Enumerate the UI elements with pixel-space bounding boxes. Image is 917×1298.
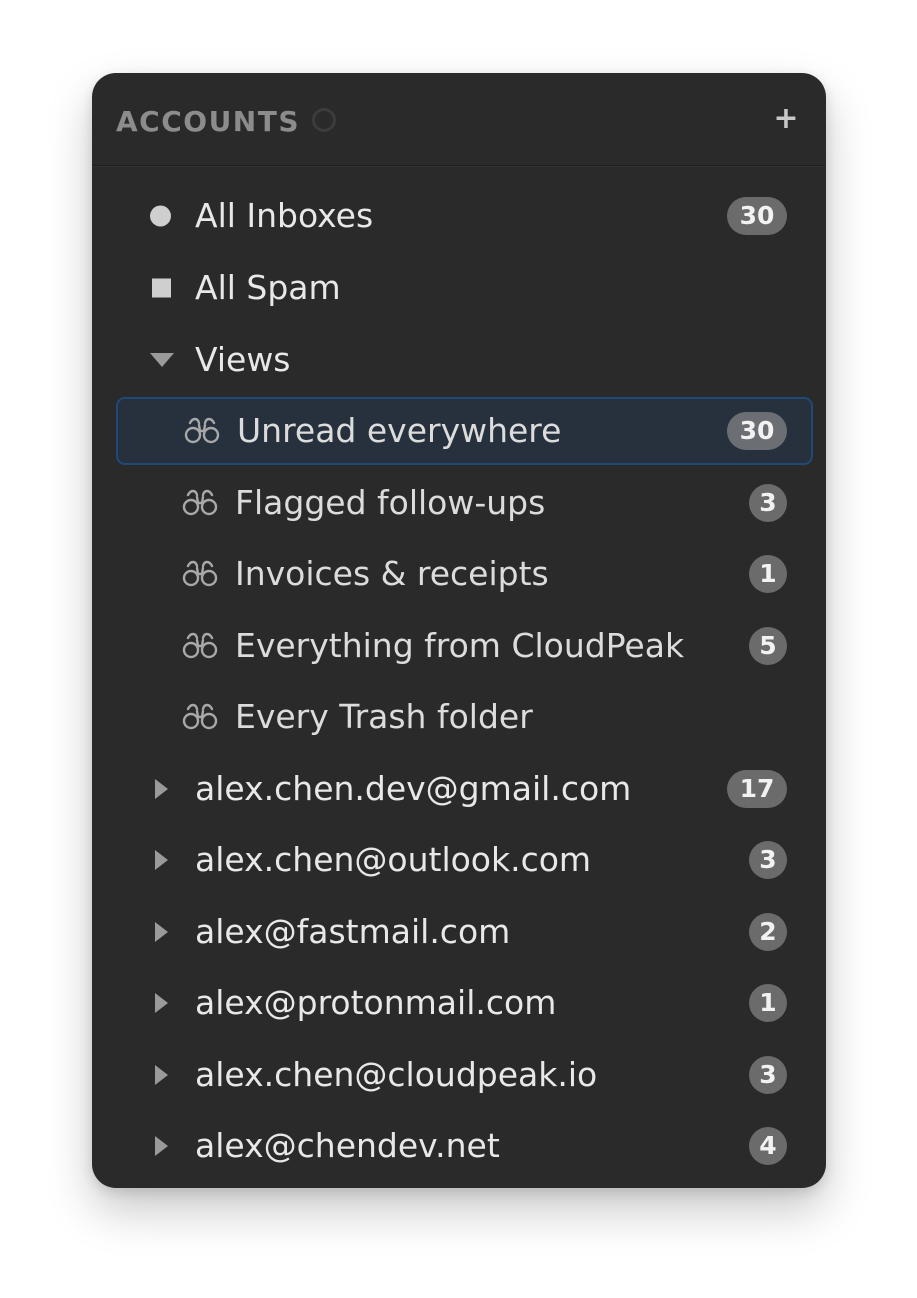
unread-count-badge: 3 <box>749 841 787 879</box>
sidebar-title: ACCOUNTS <box>116 105 301 138</box>
binoculars-icon <box>182 703 218 730</box>
view-item-everything-from-cloudpeak[interactable]: Everything from CloudPeak 5 <box>116 612 813 680</box>
account-item-cloudpeak[interactable]: alex.chen@cloudpeak.io 3 <box>116 1041 813 1109</box>
view-item-label: Every Trash folder <box>235 697 533 736</box>
account-item-label: alex.chen@cloudpeak.io <box>195 1055 598 1094</box>
sidebar-item-label: All Spam <box>195 268 341 307</box>
account-item-label: alex@chendev.net <box>195 1126 500 1165</box>
chevron-right-icon[interactable] <box>155 1065 168 1085</box>
binoculars-icon <box>182 489 218 516</box>
dot-icon <box>150 205 171 227</box>
unread-count-badge: 1 <box>749 984 787 1022</box>
sidebar-item-all-inboxes[interactable]: All Inboxes 30 <box>116 182 813 250</box>
chevron-right-icon[interactable] <box>155 922 168 942</box>
account-item-label: alex.chen@outlook.com <box>195 840 592 879</box>
chevron-right-icon[interactable] <box>155 779 168 799</box>
sidebar-item-all-spam[interactable]: All Spam <box>116 254 813 322</box>
account-item-protonmail[interactable]: alex@protonmail.com 1 <box>116 969 813 1037</box>
sidebar-item-label: All Inboxes <box>195 196 374 235</box>
chevron-right-icon[interactable] <box>155 1136 168 1156</box>
view-item-label: Flagged follow-ups <box>235 483 546 522</box>
account-item-fastmail[interactable]: alex@fastmail.com 2 <box>116 898 813 966</box>
unread-count-badge: 5 <box>749 627 787 665</box>
account-item-outlook[interactable]: alex.chen@outlook.com 3 <box>116 826 813 894</box>
account-item-gmail[interactable]: alex.chen.dev@gmail.com 17 <box>116 755 813 823</box>
add-account-button[interactable]: + <box>770 103 802 135</box>
chevron-right-icon[interactable] <box>155 850 168 870</box>
sync-status-icon <box>312 108 336 132</box>
unread-count-badge: 17 <box>727 770 787 808</box>
square-icon <box>152 278 171 298</box>
binoculars-icon <box>182 560 218 587</box>
view-item-invoices-receipts[interactable]: Invoices & receipts 1 <box>116 540 813 608</box>
accounts-sidebar: ACCOUNTS + All Inboxes 30 All Spam Views… <box>92 73 826 1188</box>
binoculars-icon <box>184 417 220 444</box>
unread-count-badge: 4 <box>749 1127 787 1165</box>
view-item-label: Invoices & receipts <box>235 554 549 593</box>
binoculars-icon <box>182 632 218 659</box>
chevron-right-icon[interactable] <box>155 993 168 1013</box>
account-item-label: alex@protonmail.com <box>195 983 557 1022</box>
sidebar-item-label: Views <box>195 340 291 379</box>
view-item-unread-everywhere[interactable]: Unread everywhere 30 <box>116 397 813 465</box>
unread-count-badge: 30 <box>727 412 787 450</box>
sidebar-header: ACCOUNTS + <box>92 73 826 166</box>
account-item-chendev[interactable]: alex@chendev.net 4 <box>116 1112 813 1180</box>
unread-count-badge: 30 <box>727 197 787 235</box>
unread-count-badge: 3 <box>749 1056 787 1094</box>
chevron-down-icon[interactable] <box>150 353 174 367</box>
view-item-label: Unread everywhere <box>237 411 562 450</box>
view-item-flagged-follow-ups[interactable]: Flagged follow-ups 3 <box>116 469 813 537</box>
view-item-every-trash-folder[interactable]: Every Trash folder <box>116 683 813 751</box>
account-item-label: alex@fastmail.com <box>195 912 511 951</box>
view-item-label: Everything from CloudPeak <box>235 626 685 665</box>
unread-count-badge: 3 <box>749 484 787 522</box>
unread-count-badge: 2 <box>749 913 787 951</box>
unread-count-badge: 1 <box>749 555 787 593</box>
account-item-label: alex.chen.dev@gmail.com <box>195 769 632 808</box>
sidebar-item-views[interactable]: Views <box>116 326 813 394</box>
